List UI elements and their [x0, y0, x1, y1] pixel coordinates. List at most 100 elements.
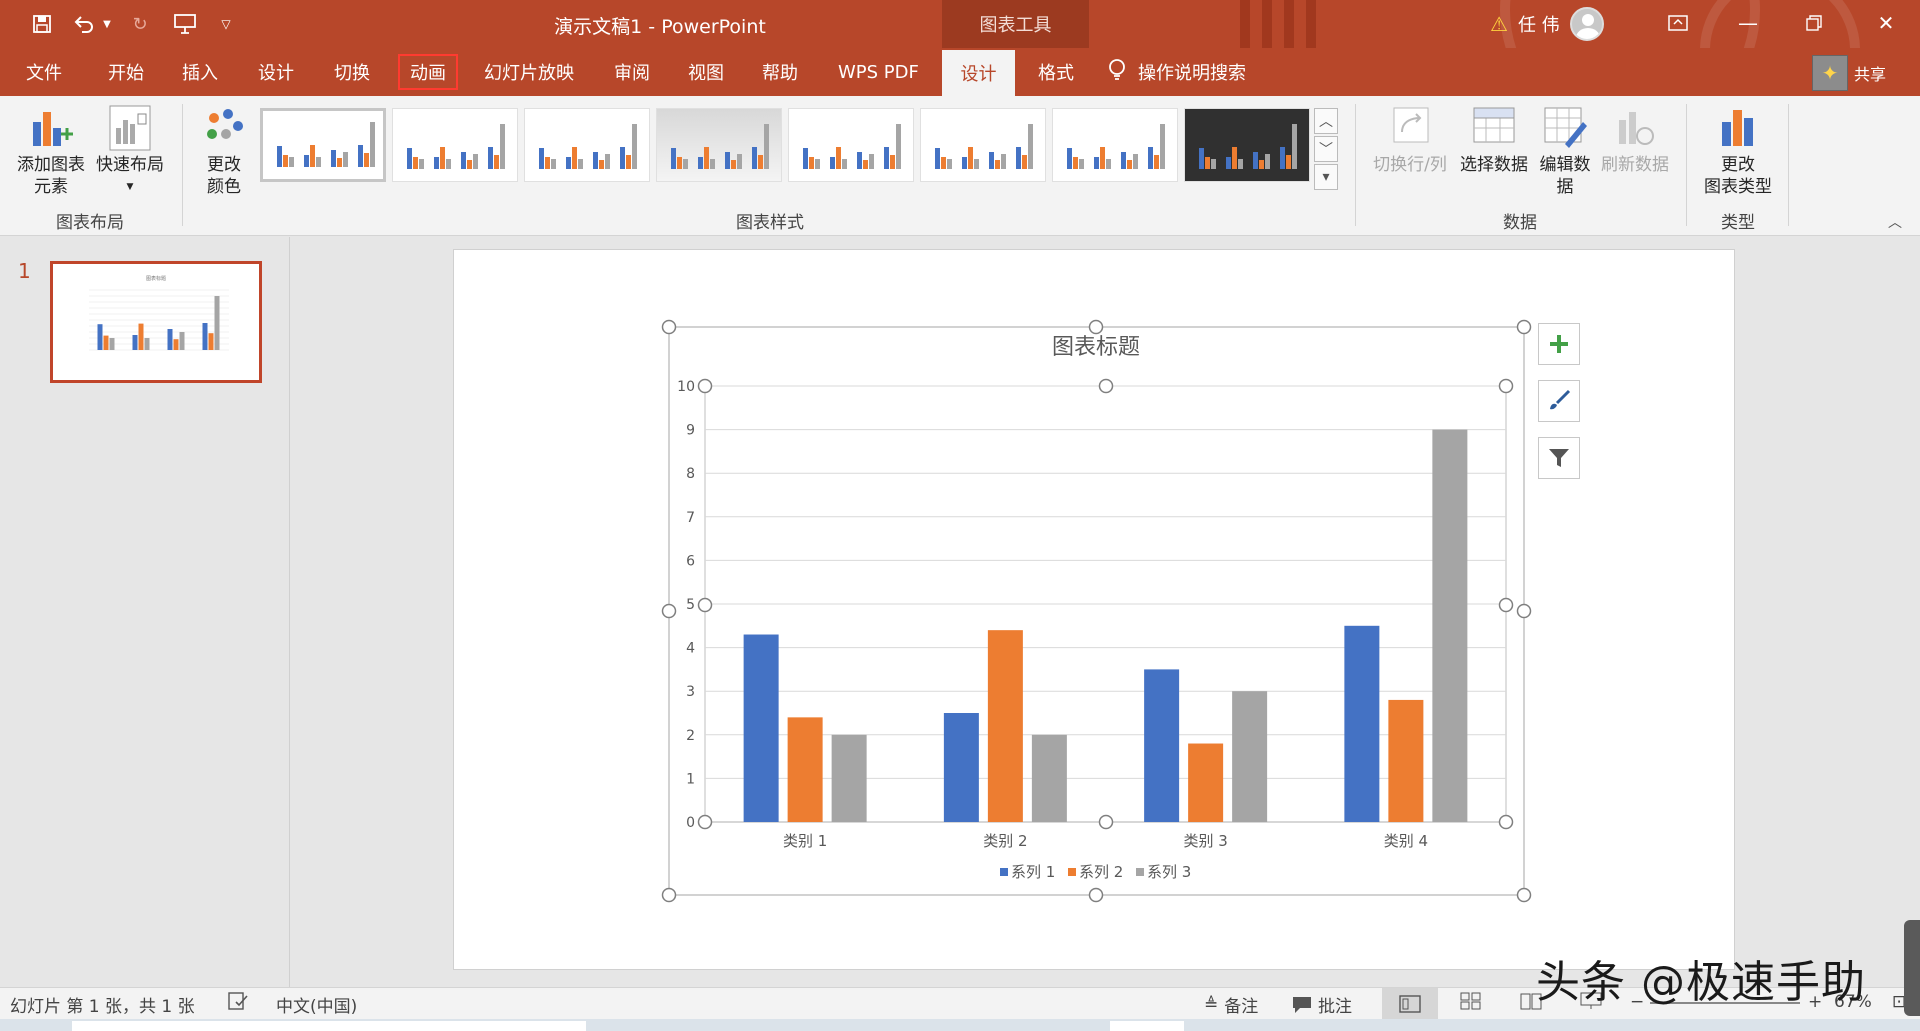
- chart-filters-button[interactable]: [1538, 437, 1580, 479]
- warning-icon[interactable]: ⚠: [1490, 12, 1508, 36]
- gallery-preview-bar: [1232, 147, 1237, 169]
- legend-entry[interactable]: 系列 3: [1147, 863, 1191, 881]
- resize-handle[interactable]: [661, 887, 677, 903]
- resize-handle[interactable]: [661, 603, 677, 619]
- chart-style-option-7[interactable]: [1052, 108, 1178, 182]
- tab-transitions[interactable]: 切换: [324, 54, 380, 90]
- chart-style-option-3[interactable]: [524, 108, 650, 182]
- account-area[interactable]: ⚠ 任 伟: [1490, 7, 1604, 41]
- change-chart-type-button[interactable]: 更改 图表类型: [1696, 104, 1780, 198]
- resize-handle[interactable]: [1516, 603, 1532, 619]
- gallery-preview-bar: [803, 147, 808, 169]
- resize-handle[interactable]: [697, 597, 713, 613]
- gallery-preview-bar: [1100, 147, 1105, 169]
- minimize-icon[interactable]: —: [1720, 0, 1776, 46]
- add-chart-element-button[interactable]: 添加图表 元素: [12, 104, 90, 198]
- language-indicator[interactable]: 中文(中国): [276, 992, 357, 1017]
- gallery-scroll-up-icon[interactable]: ︿: [1314, 108, 1338, 134]
- resize-handle[interactable]: [1088, 319, 1104, 335]
- gallery-preview-bar: [836, 147, 841, 169]
- bar-系列2-4[interactable]: [1388, 699, 1424, 822]
- legend-entry[interactable]: 系列 2: [1079, 863, 1123, 881]
- avatar[interactable]: [1569, 7, 1604, 41]
- gallery-preview-bar: [1199, 147, 1204, 169]
- share-label: 共享: [1854, 65, 1887, 84]
- notes-icon: ≜: [1204, 994, 1219, 1015]
- bar-系列3-1[interactable]: [831, 734, 867, 822]
- ribbon-display-options-icon[interactable]: [1650, 0, 1706, 46]
- bar-系列1-2[interactable]: [943, 713, 979, 822]
- bar-系列1-3[interactable]: [1144, 669, 1180, 822]
- tab-view[interactable]: 视图: [678, 54, 734, 90]
- resize-handle[interactable]: [1516, 319, 1532, 335]
- slide-thumbnail[interactable]: 图表标题: [50, 261, 262, 383]
- comments-button[interactable]: 批注: [1292, 992, 1352, 1017]
- chart-style-option-2[interactable]: [392, 108, 518, 182]
- switch-row-column-button[interactable]: 切换行/列: [1368, 104, 1452, 176]
- side-widget[interactable]: [1904, 920, 1920, 1016]
- tab-file[interactable]: 文件: [16, 54, 72, 90]
- gallery-preview-bar: [1127, 160, 1132, 169]
- chart-title[interactable]: 图表标题: [1052, 335, 1140, 360]
- bar-系列3-3[interactable]: [1232, 691, 1268, 822]
- refresh-data-button[interactable]: 刷新数据: [1598, 104, 1672, 176]
- gallery-preview-bar: [890, 155, 895, 169]
- ribbon-tab-bar: 文件 开始 插入 设计 切换 动画 幻灯片放映 审阅 视图 帮助 WPS PDF…: [0, 48, 1920, 96]
- bar-系列1-1[interactable]: [743, 634, 779, 822]
- resize-handle[interactable]: [1098, 378, 1114, 394]
- tab-chart-format[interactable]: 格式: [1028, 54, 1084, 90]
- resize-handle[interactable]: [1498, 597, 1514, 613]
- bar-系列1-4[interactable]: [1344, 625, 1380, 822]
- tab-review[interactable]: 审阅: [604, 54, 660, 90]
- resize-handle[interactable]: [697, 378, 713, 394]
- bar-系列3-2[interactable]: [1031, 734, 1067, 822]
- filter-icon: [1549, 449, 1569, 467]
- tab-wps-pdf[interactable]: WPS PDF: [828, 54, 929, 90]
- notes-button[interactable]: ≜ 备注: [1204, 992, 1258, 1018]
- normal-view-button[interactable]: [1382, 988, 1438, 1019]
- close-icon[interactable]: ✕: [1858, 0, 1914, 46]
- user-name[interactable]: 任 伟: [1518, 11, 1560, 37]
- resize-handle[interactable]: [1516, 887, 1532, 903]
- bar-系列2-1[interactable]: [787, 717, 823, 822]
- chart-styles-button[interactable]: [1538, 380, 1580, 422]
- change-chart-type-icon: [1716, 104, 1760, 152]
- resize-handle[interactable]: [1088, 887, 1104, 903]
- bar-系列2-2[interactable]: [987, 630, 1023, 822]
- resize-handle[interactable]: [697, 814, 713, 830]
- gallery-more-icon[interactable]: ▾: [1314, 164, 1338, 190]
- quick-layout-button[interactable]: 快速布局 ▼: [92, 104, 168, 198]
- chart-style-option-5[interactable]: [788, 108, 914, 182]
- share-button[interactable]: ✦ 共享: [1812, 53, 1886, 93]
- chart-elements-button[interactable]: [1538, 323, 1580, 365]
- edit-data-button[interactable]: 编辑数 据: [1534, 104, 1596, 198]
- collapse-ribbon-icon[interactable]: ︿: [1888, 212, 1902, 232]
- resize-handle[interactable]: [1098, 814, 1114, 830]
- slide-sorter-button[interactable]: [1460, 992, 1482, 1010]
- tab-design[interactable]: 设计: [248, 54, 304, 90]
- resize-handle[interactable]: [1498, 378, 1514, 394]
- bar-系列2-3[interactable]: [1188, 743, 1224, 822]
- tab-animations[interactable]: 动画: [398, 54, 458, 90]
- chart-style-option-8[interactable]: [1184, 108, 1310, 182]
- resize-handle[interactable]: [661, 319, 677, 335]
- bar-系列3-4[interactable]: [1432, 429, 1468, 822]
- legend-entry[interactable]: 系列 1: [1011, 863, 1055, 881]
- gallery-scroll-down-icon[interactable]: ﹀: [1314, 136, 1338, 162]
- accessibility-icon[interactable]: [228, 992, 248, 1010]
- tab-chart-design[interactable]: 设计: [942, 50, 1015, 96]
- restore-icon[interactable]: [1786, 0, 1842, 46]
- tab-insert[interactable]: 插入: [172, 54, 228, 90]
- resize-handle[interactable]: [1498, 814, 1514, 830]
- chart-style-option-6[interactable]: [920, 108, 1046, 182]
- chart-style-option-4[interactable]: [656, 108, 782, 182]
- select-data-button[interactable]: 选择数据: [1456, 104, 1532, 176]
- gallery-preview-bar: [1016, 146, 1021, 169]
- tab-home[interactable]: 开始: [98, 54, 154, 90]
- tab-slideshow[interactable]: 幻灯片放映: [474, 54, 584, 90]
- tell-me-search[interactable]: 操作说明搜索: [1108, 54, 1246, 90]
- tab-help[interactable]: 帮助: [752, 54, 808, 90]
- chart-style-option-1[interactable]: [260, 108, 386, 182]
- change-colors-button[interactable]: 更改 颜色: [194, 104, 254, 198]
- gallery-preview-bar: [277, 145, 282, 167]
